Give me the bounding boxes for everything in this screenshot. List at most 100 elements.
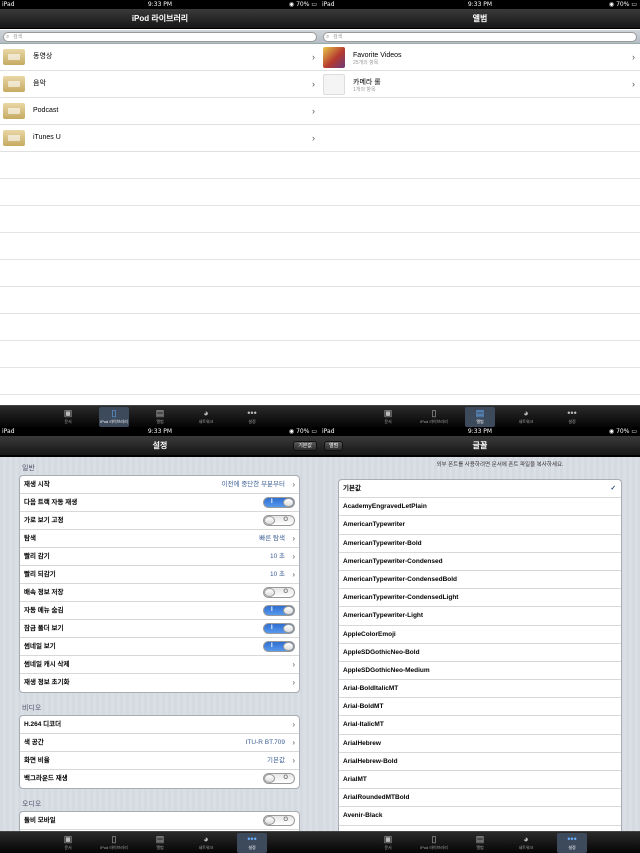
default-button[interactable]: 기본값	[293, 441, 317, 451]
font-row[interactable]: AcademyEngravedLetPlain	[339, 498, 621, 517]
tab-more[interactable]: ••• 설정	[237, 407, 267, 427]
tab-label: 앨범	[156, 419, 164, 424]
search-input[interactable]: ⌕ 검색	[3, 32, 317, 42]
network-icon: ◕	[203, 834, 209, 844]
tab-network[interactable]: ◕ 네트워크	[511, 833, 541, 853]
switch-knob	[264, 816, 275, 825]
library-row-label: 음악	[33, 80, 46, 87]
settings-row[interactable]: 빨리 되감기 10 초 ›	[20, 566, 299, 584]
tab-document[interactable]: ▣ 문서	[373, 833, 403, 853]
toggle-switch[interactable]: I	[263, 641, 295, 652]
tab-bar: ▣ 문서 ▯ iPod 라이브러리 ▤ 앨범 ◕ 네트워크 ••• 설정	[0, 405, 320, 427]
toggle-switch[interactable]: O	[263, 815, 295, 826]
setting-label: 재생 정보 초기화	[24, 679, 70, 686]
switch-knob	[264, 588, 275, 597]
settings-row[interactable]: 썸네일 보기 I	[20, 638, 299, 656]
tab-ipod[interactable]: ▯ iPod 라이브러리	[99, 407, 129, 427]
tab-network[interactable]: ◕ 네트워크	[191, 833, 221, 853]
font-row[interactable]: ArialMT	[339, 771, 621, 790]
font-row[interactable]: ArialHebrew	[339, 735, 621, 753]
folder-icon	[3, 76, 25, 92]
tab-more[interactable]: ••• 설정	[557, 833, 587, 853]
status-bar: iPad 9:33 PM ◉ 70% ▭	[0, 0, 320, 9]
tab-ipod[interactable]: ▯ iPod 라이브러리	[419, 407, 449, 427]
album-count: 25개의 항목	[353, 60, 379, 66]
library-row[interactable]: 음악 ›	[0, 71, 320, 98]
tab-album[interactable]: ▤ 앨범	[145, 407, 175, 427]
settings-row[interactable]: 돌비 모바일 O	[20, 812, 299, 830]
toggle-switch[interactable]: I	[263, 605, 295, 616]
tab-network[interactable]: ◕ 네트워크	[511, 407, 541, 427]
font-row[interactable]: Avenir-Black	[339, 807, 621, 826]
settings-row[interactable]: 다음 트랙 자동 재생 I	[20, 494, 299, 512]
tab-album[interactable]: ▤ 앨범	[465, 407, 495, 427]
font-row[interactable]: AmericanTypewriter-Bold	[339, 535, 621, 553]
font-row[interactable]: AmericanTypewriter	[339, 516, 621, 535]
album-row-favorite-videos[interactable]: Favorite Videos 25개의 항목 ›	[320, 44, 640, 71]
settings-row[interactable]: 화면 비율 기본값 ›	[20, 752, 299, 770]
setting-label: 썸네일 캐시 삭제	[24, 661, 70, 668]
settings-row[interactable]: 재생 정보 초기화 ›	[20, 674, 299, 692]
settings-row[interactable]: 백그라운드 재생 O	[20, 770, 299, 788]
font-row[interactable]: Arial-ItalicMT	[339, 716, 621, 735]
settings-row[interactable]: 빨리 감기 10 초 ›	[20, 548, 299, 566]
font-row[interactable]: AmericanTypewriter-Condensed	[339, 553, 621, 571]
toggle-switch[interactable]: O	[263, 773, 295, 784]
album-row-camera-roll[interactable]: 카메라 롤 1개의 항목 ›	[320, 71, 640, 98]
settings-row[interactable]: H.264 디코더 ›	[20, 716, 299, 734]
settings-row[interactable]: 자동 메뉴 숨김 I	[20, 602, 299, 620]
setting-value: 빠른 탐색	[259, 535, 285, 542]
font-row[interactable]: AmericanTypewriter-CondensedLight	[339, 589, 621, 608]
tab-document[interactable]: ▣ 문서	[53, 407, 83, 427]
setting-label: 가로 보기 고정	[24, 517, 64, 524]
toggle-switch[interactable]: O	[263, 587, 295, 598]
section-header: 오디오	[22, 801, 42, 808]
settings-row[interactable]: 가로 보기 고정 O	[20, 512, 299, 530]
settings-row[interactable]: 색 공간 ITU-R BT.709 ›	[20, 734, 299, 752]
font-row[interactable]: AppleSDGothicNeo-Bold	[339, 644, 621, 662]
font-row[interactable]: Arial-BoldItalicMT	[339, 680, 621, 699]
tab-network[interactable]: ◕ 네트워크	[191, 407, 221, 427]
font-name: 기본값	[343, 485, 361, 492]
library-row[interactable]: Podcast ›	[0, 98, 320, 125]
font-row[interactable]: AppleSDGothicNeo-Medium	[339, 662, 621, 681]
switch-knob	[264, 774, 275, 783]
tab-ipod[interactable]: ▯ iPod 라이브러리	[419, 833, 449, 853]
back-button-album[interactable]: 앨범	[324, 441, 344, 451]
switch-knob	[283, 624, 294, 633]
library-row[interactable]: 동영상 ›	[0, 44, 320, 71]
setting-label: 색 공간	[24, 739, 44, 746]
font-row[interactable]: AppleColorEmoji	[339, 626, 621, 644]
settings-row[interactable]: 배속 정보 저장 O	[20, 584, 299, 602]
tab-album[interactable]: ▤ 앨범	[465, 833, 495, 853]
settings-row[interactable]: 재생 시작 이전에 중단한 부분부터 ›	[20, 476, 299, 494]
more-icon: •••	[247, 834, 257, 844]
font-row[interactable]: Arial-BoldMT	[339, 698, 621, 717]
font-row[interactable]: AmericanTypewriter-Light	[339, 607, 621, 626]
toggle-switch[interactable]: I	[263, 497, 295, 508]
album-icon: ▤	[475, 408, 485, 418]
tab-more[interactable]: ••• 설정	[557, 407, 587, 427]
tab-more[interactable]: ••• 설정	[237, 833, 267, 853]
search-icon: ⌕	[326, 34, 330, 40]
font-row[interactable]: ArialHebrew-Bold	[339, 753, 621, 771]
tab-album[interactable]: ▤ 앨범	[145, 833, 175, 853]
tab-document[interactable]: ▣ 문서	[53, 833, 83, 853]
tab-ipod[interactable]: ▯ iPod 라이브러리	[99, 833, 129, 853]
nav-bar: iPod 라이브러리	[0, 9, 320, 29]
settings-row[interactable]: 탐색 빠른 탐색 ›	[20, 530, 299, 548]
settings-row[interactable]: 썸네일 캐시 삭제 ›	[20, 656, 299, 674]
library-row[interactable]: iTunes U ›	[0, 125, 320, 152]
toggle-switch[interactable]: O	[263, 515, 295, 526]
tab-label: 앨범	[476, 419, 484, 424]
settings-row[interactable]: 잠금 폴더 보기 I	[20, 620, 299, 638]
tab-document[interactable]: ▣ 문서	[373, 407, 403, 427]
tab-label: 앨범	[476, 845, 484, 850]
switch-text: O	[283, 589, 288, 595]
checkmark-icon: ✓	[610, 485, 616, 492]
font-row[interactable]: ArialRoundedMTBold	[339, 789, 621, 808]
search-input[interactable]: ⌕ 검색	[323, 32, 637, 42]
font-row[interactable]: AmericanTypewriter-CondensedBold	[339, 571, 621, 590]
font-row[interactable]: 기본값 ✓	[339, 480, 621, 499]
toggle-switch[interactable]: I	[263, 623, 295, 634]
